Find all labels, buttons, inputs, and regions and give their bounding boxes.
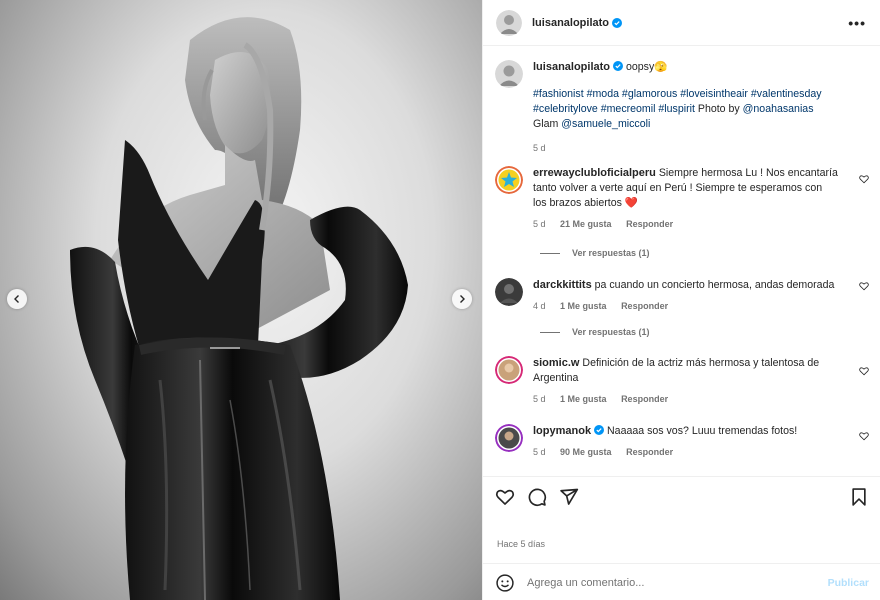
commenter-avatar[interactable] — [495, 356, 523, 384]
caption-hashtags-line2[interactable]: #celebritylove #mecreomil #luspirit — [533, 103, 695, 115]
reply-button[interactable]: Responder — [621, 394, 668, 404]
comment-likes[interactable]: 1 Me gusta — [560, 394, 607, 404]
view-replies-button[interactable]: Ver respuestas (1) — [540, 327, 650, 337]
view-replies-label: Ver respuestas (1) — [572, 248, 650, 258]
more-options-icon[interactable]: ••• — [848, 15, 866, 31]
replies-divider — [540, 331, 560, 333]
action-icons-row — [495, 487, 869, 509]
comment-body: siomic.w Definición de la actriz más her… — [533, 356, 851, 407]
like-comment-icon[interactable] — [859, 366, 869, 376]
glam-label: Glam — [533, 118, 559, 130]
comment-body: lopymanok Naaaaa sos vos? Luuu tremendas… — [533, 424, 851, 460]
comment-item: errewayclubloficialperu Siempre hermosa … — [495, 166, 869, 232]
post-actions: Hace 5 días Publicar — [483, 476, 880, 600]
view-replies-label: Ver respuestas (1) — [572, 327, 650, 337]
post-viewer: luisanalopilato ••• luisanalopilato oops… — [0, 0, 880, 600]
reply-button[interactable]: Responder — [621, 301, 668, 311]
author-avatar[interactable] — [495, 60, 523, 88]
caption-text: oopsy — [625, 61, 655, 73]
caption-body: luisanalopilato oopsy🫣 #fashionist #moda… — [533, 60, 851, 156]
caption-emoji: 🫣 — [654, 61, 668, 73]
comment-username[interactable]: darckkittits — [533, 279, 592, 291]
comment-composer: Publicar — [483, 563, 880, 600]
comment-bubble-icon[interactable] — [527, 487, 547, 507]
like-comment-icon[interactable] — [859, 174, 869, 184]
post-header: luisanalopilato ••• — [483, 0, 880, 46]
comment-username[interactable]: lopymanok — [533, 425, 591, 437]
chevron-left-icon — [14, 295, 19, 303]
verified-badge-icon — [613, 61, 624, 71]
comment-text-line: Naaaaa sos vos? Luuu tremendas fotos! — [607, 425, 798, 437]
glam-link[interactable]: @samuele_miccoli — [561, 118, 650, 130]
replies-divider — [540, 252, 560, 254]
woman-photo-illustration — [70, 17, 408, 600]
comment-input[interactable] — [527, 576, 807, 589]
heart-emoji: ❤️ — [624, 197, 639, 209]
reply-button[interactable]: Responder — [626, 219, 673, 229]
previous-photo-button[interactable] — [7, 289, 27, 309]
comment-body: darckkittits pa cuando un concierto herm… — [533, 278, 851, 314]
comment-text-line: Argentina — [533, 372, 579, 384]
posted-time: Hace 5 días — [497, 539, 546, 549]
comment-item: darckkittits pa cuando un concierto herm… — [495, 278, 869, 314]
comment-time: 5 d — [533, 394, 546, 404]
reply-button[interactable]: Responder — [626, 447, 673, 457]
chevron-right-icon — [460, 295, 465, 303]
comment-text-line: los brazos abiertos — [533, 197, 622, 209]
verified-badge-icon — [612, 17, 623, 28]
comment-time: 5 d — [533, 219, 546, 229]
commenter-avatar[interactable] — [495, 166, 523, 194]
comment-username[interactable]: errewayclubloficialperu — [533, 167, 656, 179]
comment-text-line: tanto volver a verte aquí en Perú ! Siem… — [533, 182, 823, 194]
photographer-link[interactable]: @noahasanias — [743, 103, 814, 115]
like-comment-icon[interactable] — [859, 281, 869, 291]
author-username[interactable]: luisanalopilato — [532, 17, 609, 29]
commenter-avatar[interactable] — [495, 278, 523, 306]
comment-body: errewayclubloficialperu Siempre hermosa … — [533, 166, 851, 232]
like-comment-icon[interactable] — [859, 431, 869, 441]
view-replies-button[interactable]: Ver respuestas (1) — [540, 248, 650, 258]
caption-hashtags-line1[interactable]: #fashionist #moda #glamorous #loveisinth… — [533, 88, 822, 100]
comments-list: luisanalopilato oopsy🫣 #fashionist #moda… — [483, 47, 880, 475]
comment-likes[interactable]: 1 Me gusta — [560, 301, 607, 311]
post-photo[interactable] — [0, 0, 482, 600]
caption-time: 5 d — [533, 143, 546, 153]
comment-likes[interactable]: 21 Me gusta — [560, 219, 612, 229]
emoji-icon[interactable] — [495, 573, 515, 593]
comment-likes[interactable]: 90 Me gusta — [560, 447, 612, 457]
comment-text-line: Siempre hermosa Lu ! Nos encantaría — [658, 167, 838, 179]
post-side-panel: luisanalopilato ••• luisanalopilato oops… — [482, 0, 880, 600]
commenter-avatar[interactable] — [495, 424, 523, 452]
comment-item: lopymanok Naaaaa sos vos? Luuu tremendas… — [495, 424, 869, 460]
author-avatar[interactable] — [496, 9, 522, 36]
comment-time: 5 d — [533, 447, 546, 457]
bookmark-icon[interactable] — [849, 487, 869, 507]
verified-badge-icon — [594, 425, 605, 435]
comment-time: 4 d — [533, 301, 546, 311]
photo-by-label: Photo by — [697, 103, 740, 115]
publish-button[interactable]: Publicar — [828, 577, 869, 589]
comment-item: siomic.w Definición de la actriz más her… — [495, 356, 869, 407]
comment-username[interactable]: siomic.w — [533, 357, 579, 369]
next-photo-button[interactable] — [452, 289, 472, 309]
comment-text-line: pa cuando un concierto hermosa, andas de… — [594, 279, 835, 291]
share-paper-plane-icon[interactable] — [559, 487, 579, 507]
comment-text-line: Definición de la actriz más hermosa y ta… — [582, 357, 820, 369]
like-heart-icon[interactable] — [495, 487, 515, 507]
caption: luisanalopilato oopsy🫣 #fashionist #moda… — [495, 60, 869, 156]
caption-username[interactable]: luisanalopilato — [533, 61, 610, 73]
